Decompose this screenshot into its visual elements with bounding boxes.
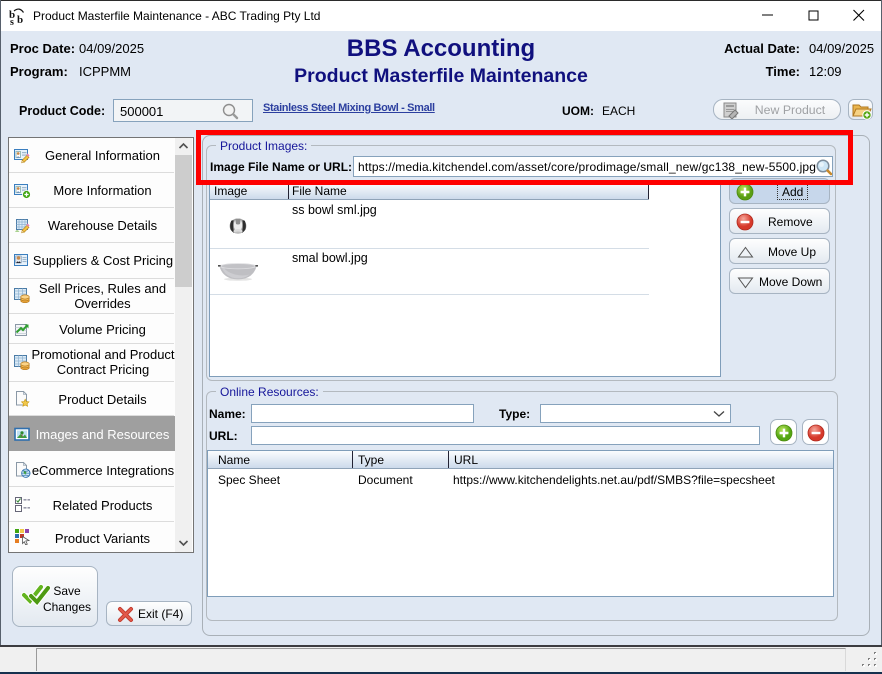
svg-text:s: s	[10, 17, 14, 26]
svg-text:b: b	[17, 14, 23, 26]
